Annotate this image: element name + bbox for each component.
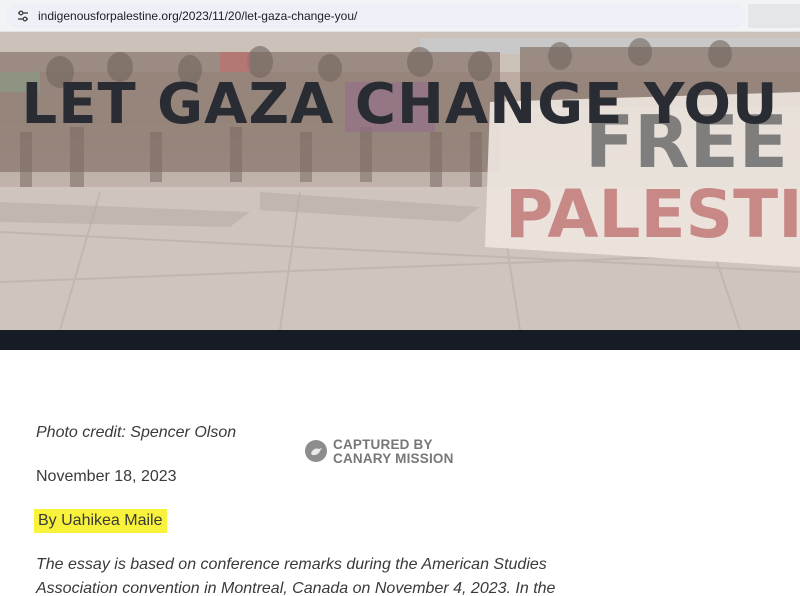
photo-credit: Photo credit: Spencer Olson <box>36 424 237 441</box>
watermark-line-2: CANARY MISSION <box>333 451 454 466</box>
article-intro: The essay is based on conference remarks… <box>36 556 556 596</box>
hero-title: LET GAZA CHANGE YOU <box>21 72 779 137</box>
url-text: indigenousforpalestine.org/2023/11/20/le… <box>38 9 358 23</box>
tune-icon[interactable] <box>16 9 30 23</box>
browser-address-bar: indigenousforpalestine.org/2023/11/20/le… <box>0 0 800 32</box>
author-byline[interactable]: By Uahikea Maile <box>34 509 167 533</box>
hero-bottom-band <box>0 330 800 350</box>
article-date: November 18, 2023 <box>36 468 177 485</box>
url-field[interactable]: indigenousforpalestine.org/2023/11/20/le… <box>6 4 746 28</box>
canary-bird-icon <box>305 440 327 462</box>
hero-banner: FREE PALESTINE LET GAZA CHANGE YOU <box>0 32 800 330</box>
watermark-text: CAPTURED BY CANARY MISSION <box>333 438 454 466</box>
canary-mission-watermark: CAPTURED BY CANARY MISSION <box>305 438 465 468</box>
toolbar-area <box>748 4 800 28</box>
watermark-line-1: CAPTURED BY <box>333 437 433 452</box>
